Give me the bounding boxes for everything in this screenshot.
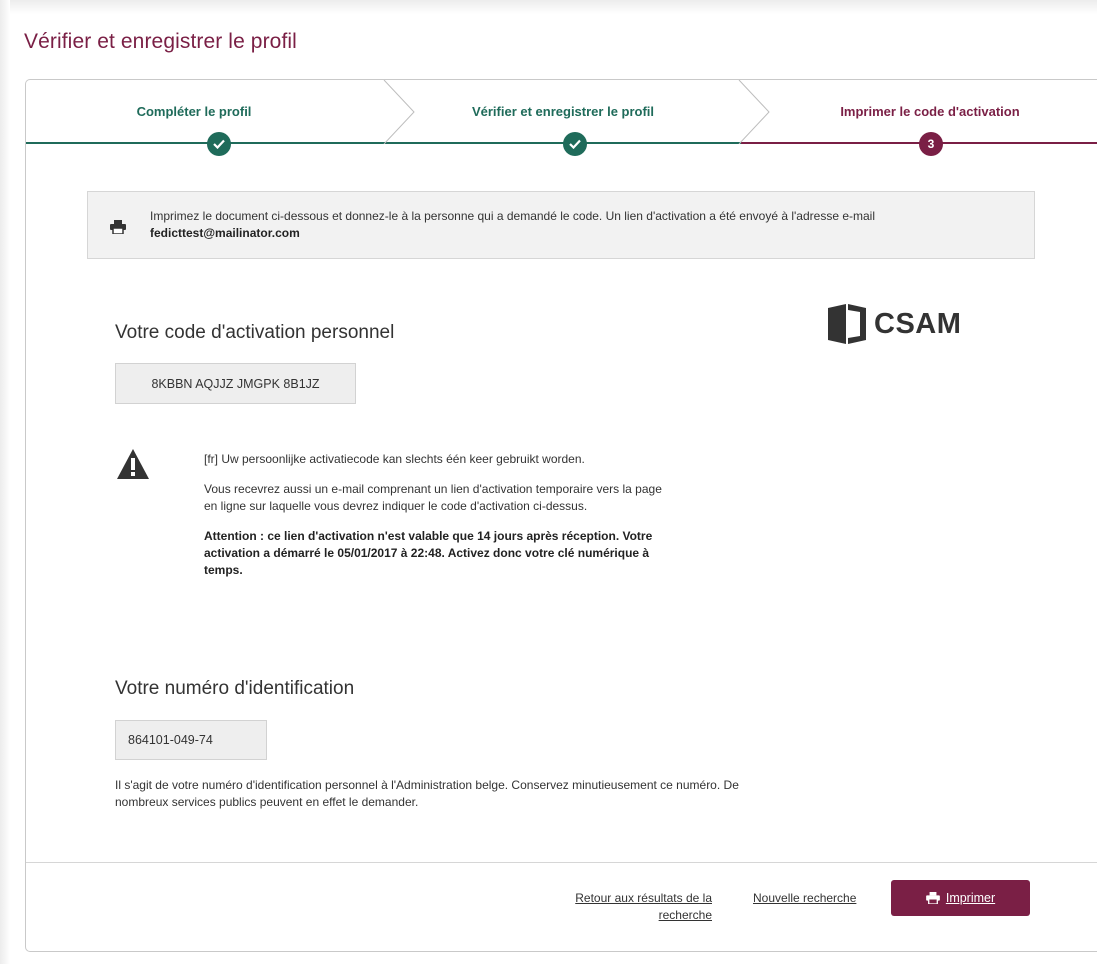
stepper: Compléter le profil Vérifier et enregist… [26, 80, 1097, 156]
identification-heading: Votre numéro d'identification [115, 678, 355, 699]
footer-divider [26, 862, 1097, 863]
warning-line-1: [fr] Uw persoonlijke activatiecode kan s… [204, 452, 585, 466]
identification-desc-a: Il s'agit de votre numéro d'identificati… [115, 778, 739, 792]
activation-code-field: 8KBBN AQJJZ JMGPK 8B1JZ [115, 363, 356, 404]
csam-logo-text: CSAM [874, 307, 962, 340]
print-button[interactable]: Imprimer [891, 880, 1030, 916]
step-2-check-icon [563, 132, 587, 156]
activation-code-heading: Votre code d'activation personnel [115, 322, 395, 343]
step-1-check-icon [207, 132, 231, 156]
warning-bold-c: temps. [204, 563, 243, 577]
print-button-label: Imprimer [945, 891, 996, 905]
identification-number-field: 864101-049-74 [115, 720, 267, 760]
info-email: fedicttest@mailinator.com [150, 226, 300, 240]
warning-line-2b: en ligne sur laquelle vous devrez indiqu… [204, 499, 588, 513]
warning-icon [117, 449, 149, 479]
step-separator-1 [383, 80, 415, 144]
warning-bold-a: Attention : ce lien d'activation n'est v… [204, 529, 653, 543]
warning-line-2a: Vous recevrez aussi un e-mail comprenant… [204, 482, 662, 496]
step-3-number-badge: 3 [919, 132, 943, 156]
info-message: Imprimez le document ci-dessous et donne… [150, 209, 875, 223]
top-shadow [0, 0, 1097, 14]
step-label-1[interactable]: Compléter le profil [137, 104, 252, 119]
back-to-results-link-a[interactable]: Retour aux résultats de la [575, 891, 712, 905]
page-title: Vérifier et enregistrer le profil [24, 30, 297, 53]
identification-desc-b: nombreux services publics peuvent en eff… [115, 795, 419, 809]
printer-icon [110, 220, 126, 234]
back-to-results-link[interactable]: Retour aux résultats de la recherche [564, 890, 712, 924]
csam-logo-icon [828, 304, 866, 344]
warning-text: [fr] Uw persoonlijke activatiecode kan s… [204, 451, 744, 592]
warning-line-2: Vous recevrez aussi un e-mail comprenant… [204, 481, 744, 515]
back-to-results-link-b[interactable]: recherche [659, 908, 712, 922]
printer-icon [925, 892, 940, 904]
info-box: Imprimez le document ci-dessous et donne… [87, 191, 1035, 259]
profile-card: Compléter le profil Vérifier et enregist… [25, 79, 1097, 952]
left-shadow [0, 0, 10, 964]
warning-bold-b: activation a démarré le 05/01/2017 à 22:… [204, 546, 650, 560]
identification-description: Il s'agit de votre numéro d'identificati… [115, 777, 835, 811]
new-search-link[interactable]: Nouvelle recherche [753, 890, 856, 907]
step-label-3: Imprimer le code d'activation [840, 104, 1020, 119]
warning-bold: Attention : ce lien d'activation n'est v… [204, 528, 744, 579]
step-label-2[interactable]: Vérifier et enregistrer le profil [472, 104, 654, 119]
csam-logo: CSAM [826, 304, 961, 344]
step-separator-2 [738, 80, 770, 144]
info-text: Imprimez le document ci-dessous et donne… [150, 208, 875, 242]
